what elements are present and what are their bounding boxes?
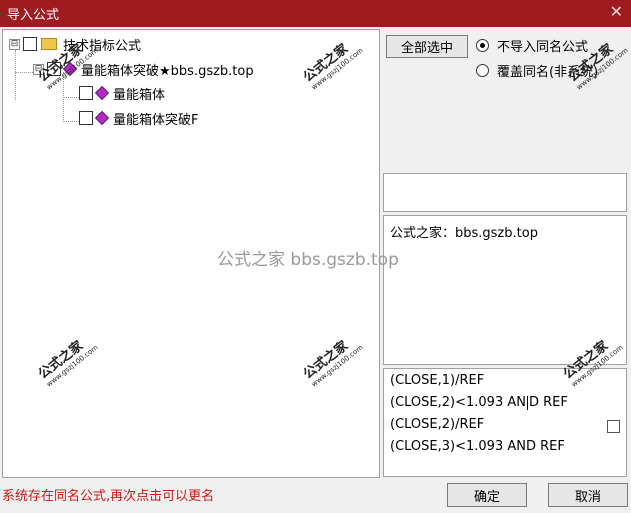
- tree-root-label[interactable]: 技术指标公式: [63, 35, 141, 54]
- code-line: (CLOSE,1)/REF: [390, 373, 485, 388]
- code-line: (CLOSE,2)/REF: [390, 417, 485, 432]
- cancel-button[interactable]: 取消: [548, 483, 628, 507]
- code-box[interactable]: (CLOSE,1)/REF (CLOSE,2)<1.093 AN D REF (C…: [383, 368, 627, 477]
- code-line: (CLOSE,3)<1.093 AND REF: [390, 439, 565, 454]
- radio-button[interactable]: [476, 39, 489, 52]
- tree-group-row[interactable]: ⊟ 量能箱体突破★bbs.gszb.top: [33, 59, 254, 79]
- collapse-icon[interactable]: ⊟: [9, 38, 20, 50]
- code-line: (CLOSE,2)<1.093 AN D REF: [390, 395, 568, 410]
- ok-button[interactable]: 确定: [447, 483, 527, 507]
- info-box[interactable]: 公式之家：bbs.gszb.top: [383, 215, 627, 365]
- select-all-button[interactable]: 全部选中: [386, 35, 468, 58]
- formula-group-icon: [62, 61, 78, 77]
- formula-icon: [94, 110, 110, 126]
- empty-field[interactable]: [383, 173, 627, 212]
- tree-group-label[interactable]: 量能箱体突破★bbs.gszb.top: [81, 60, 254, 79]
- info-text: 公式之家：bbs.gszb.top: [390, 226, 538, 241]
- code-text: (CLOSE,2)<1.093 AN: [390, 395, 526, 410]
- watermark-text: 公式之家 bbs.gszb.top: [217, 250, 399, 270]
- radio-overwrite[interactable]: 覆盖同名(非系统): [476, 61, 598, 80]
- radio-button[interactable]: [476, 64, 489, 77]
- scroll-checkbox[interactable]: [607, 420, 620, 433]
- item-checkbox[interactable]: [79, 111, 93, 125]
- folder-icon: [41, 38, 57, 50]
- close-icon[interactable]: ✕: [610, 2, 623, 21]
- window-title: 导入公式: [7, 8, 60, 23]
- radio-label[interactable]: 不导入同名公式: [497, 36, 588, 55]
- radio-no-import[interactable]: 不导入同名公式: [476, 36, 588, 55]
- tree-root-row[interactable]: ⊟ 技术指标公式: [9, 34, 141, 54]
- item-checkbox[interactable]: [79, 86, 93, 100]
- tree-item-label[interactable]: 量能箱体突破F: [113, 109, 198, 128]
- formula-icon: [94, 85, 110, 101]
- tree-item[interactable]: 量能箱体: [79, 83, 165, 103]
- radio-label[interactable]: 覆盖同名(非系统): [497, 61, 598, 80]
- code-text: D REF: [528, 395, 568, 410]
- title-bar: 导入公式 ✕: [0, 0, 631, 27]
- collapse-icon[interactable]: ⊟: [33, 63, 44, 75]
- tree-line: [15, 50, 16, 100]
- group-checkbox[interactable]: [47, 62, 61, 76]
- root-checkbox[interactable]: [23, 37, 37, 51]
- status-message: 系统存在同名公式,再次点击可以更名: [2, 489, 215, 504]
- text-cursor: [526, 395, 528, 410]
- tree-item[interactable]: 量能箱体突破F: [79, 108, 198, 128]
- tree-item-label[interactable]: 量能箱体: [113, 84, 165, 103]
